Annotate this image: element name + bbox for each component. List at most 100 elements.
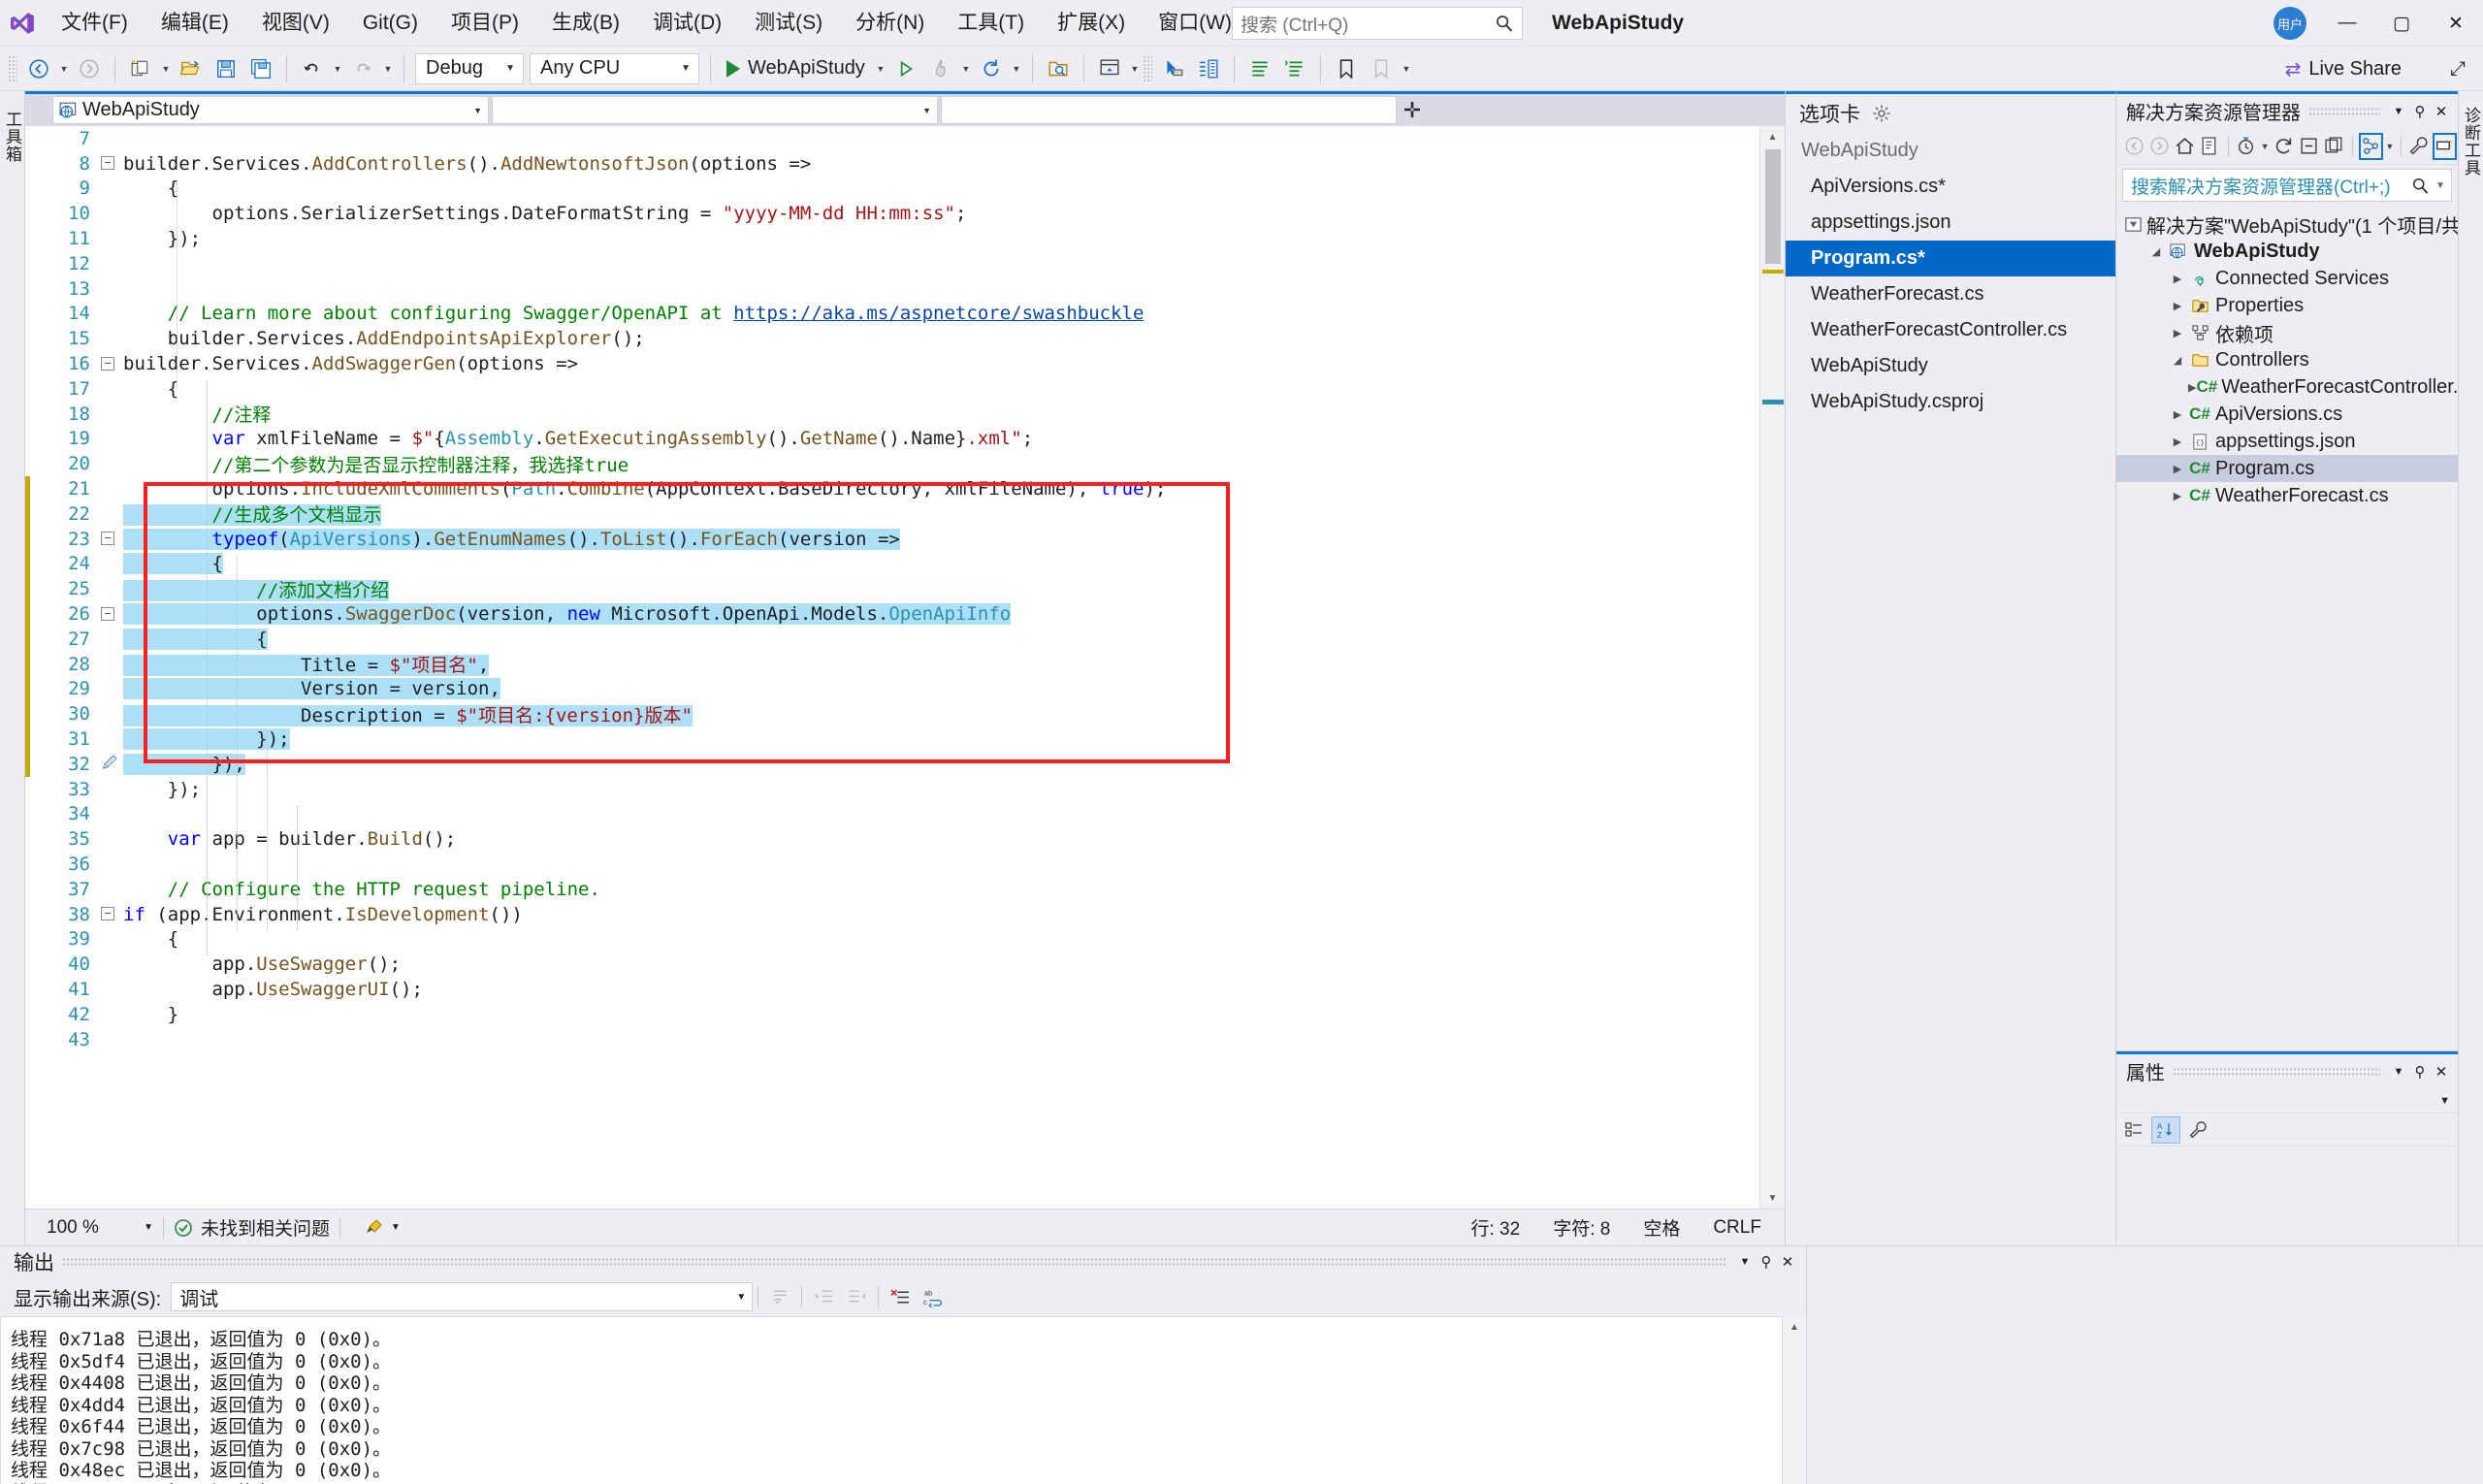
diagnostics-strip[interactable]: 诊断工具: [2458, 91, 2483, 1245]
se-collapse-all-button[interactable]: [2297, 133, 2320, 160]
collapse-arrow-icon[interactable]: ▶: [2167, 436, 2188, 448]
new-project-dropdown[interactable]: ▼: [158, 52, 174, 85]
collapse-arrow-icon[interactable]: ▶: [2188, 381, 2196, 394]
se-view-selector-button[interactable]: [2359, 133, 2383, 160]
se-preview-button[interactable]: [2433, 133, 2457, 160]
code-line[interactable]: 12: [25, 251, 1759, 276]
code-line[interactable]: 38if (app.Environment.IsDevelopment()): [25, 902, 1759, 927]
toolbar-overflow-button[interactable]: ▼: [1399, 52, 1414, 85]
code-editor[interactable]: 7−8builder.Services.AddControllers().Add…: [25, 126, 1785, 1209]
pin-icon[interactable]: ⚲: [1756, 1253, 1777, 1271]
toggle-bookmark-button[interactable]: [1330, 52, 1363, 85]
output-word-wrap-button[interactable]: abc: [919, 1282, 948, 1311]
expand-arrow-icon[interactable]: ◢: [2145, 245, 2167, 258]
chevron-down-icon[interactable]: ▼: [2388, 106, 2409, 117]
minimize-button[interactable]: —: [2320, 0, 2374, 47]
clear-bookmarks-button[interactable]: [1365, 52, 1398, 85]
code-line[interactable]: 31 });: [25, 726, 1759, 752]
undo-button[interactable]: [296, 52, 329, 85]
code-line[interactable]: 14 // Learn more about configuring Swagg…: [25, 302, 1759, 327]
se-properties-button[interactable]: [2407, 133, 2431, 160]
open-file-button[interactable]: [175, 52, 208, 85]
tab-item-weatherforecastcontroller[interactable]: WeatherForecastController.cs: [1786, 312, 2115, 348]
se-home-button[interactable]: [2173, 133, 2196, 160]
save-all-button[interactable]: [244, 52, 277, 85]
select-element-button[interactable]: [1157, 52, 1190, 85]
close-button[interactable]: ✕: [2429, 0, 2483, 47]
comment-button[interactable]: [1243, 52, 1276, 85]
indent-button[interactable]: [1192, 52, 1225, 85]
code-line[interactable]: 9 {: [25, 177, 1759, 202]
code-line[interactable]: 37 // Configure the HTTP request pipelin…: [25, 877, 1759, 902]
tree-item[interactable]: ▶Properties: [2116, 292, 2458, 319]
build-configuration-select[interactable]: Debug ▼: [415, 53, 524, 84]
redo-button[interactable]: [346, 52, 379, 85]
scroll-up-arrow[interactable]: ▲: [1760, 126, 1785, 147]
navigate-back-button[interactable]: [22, 52, 55, 85]
chevron-down-icon[interactable]: ▼: [2439, 1095, 2450, 1107]
pin-icon[interactable]: ⚲: [2409, 103, 2431, 120]
se-refresh-button[interactable]: [2272, 133, 2295, 160]
menu-extensions[interactable]: 扩展(X): [1041, 0, 1142, 47]
new-project-button[interactable]: [124, 52, 157, 85]
collapse-arrow-icon[interactable]: ▶: [2167, 273, 2188, 285]
tree-item[interactable]: ▶依赖项: [2116, 319, 2458, 346]
code-line[interactable]: 22 //生成多个文档显示: [25, 501, 1759, 527]
se-history-dropdown[interactable]: ▼: [2259, 130, 2271, 163]
output-text-area[interactable]: 线程 0x71a8 已退出，返回值为 0 (0x0)。线程 0x5df4 已退出…: [0, 1316, 1783, 1484]
code-line[interactable]: 19 var xmlFileName = $"{Assembly.GetExec…: [25, 427, 1759, 452]
code-line[interactable]: 23 typeof(ApiVersions).GetEnumNames().To…: [25, 527, 1759, 552]
toolbox-strip[interactable]: 工具箱: [0, 91, 25, 1245]
tree-item[interactable]: ▶{}appsettings.json: [2116, 428, 2458, 455]
output-clear-all-button[interactable]: [886, 1282, 915, 1311]
tree-item[interactable]: ▶C#ApiVersions.cs: [2116, 401, 2458, 428]
properties-events-button[interactable]: [2183, 1116, 2212, 1144]
editor-vertical-scrollbar[interactable]: ▲ ▼: [1759, 126, 1785, 1209]
se-show-all-files-button[interactable]: [2323, 133, 2346, 160]
solution-explorer-search-input[interactable]: 搜索解决方案资源管理器(Ctrl+;) ▼: [2122, 169, 2452, 202]
code-text-area[interactable]: 7−8builder.Services.AddControllers().Add…: [25, 126, 1759, 1209]
code-line[interactable]: 33 });: [25, 777, 1759, 802]
toolbar-grip[interactable]: [8, 55, 17, 82]
se-forward-button[interactable]: [2147, 133, 2171, 160]
collapse-arrow-icon[interactable]: ▶: [2167, 463, 2188, 475]
undo-dropdown[interactable]: ▼: [330, 52, 345, 85]
solution-tree[interactable]: 解决方案"WebApiStudy"(1 个项目/共 1 个)◢WebApiStu…: [2116, 206, 2458, 1050]
search-in-files-button[interactable]: [1042, 52, 1075, 85]
code-line[interactable]: 7: [25, 126, 1759, 151]
tab-item-program[interactable]: Program.cs*: [1786, 241, 2115, 276]
output-next-button[interactable]: [842, 1282, 871, 1311]
tree-item[interactable]: ◢WebApiStudy: [2116, 238, 2458, 265]
scroll-down-arrow[interactable]: ▼: [1760, 1187, 1785, 1209]
code-line[interactable]: 39 {: [25, 927, 1759, 952]
menu-analyze[interactable]: 分析(N): [839, 0, 941, 47]
navbar-project-select[interactable]: WebApiStudy ▼: [52, 96, 489, 124]
code-line[interactable]: 8builder.Services.AddControllers().AddNe…: [25, 151, 1759, 177]
expand-arrow-icon[interactable]: ◢: [2167, 354, 2188, 367]
code-line[interactable]: 32🖉 });: [25, 752, 1759, 777]
tree-item[interactable]: ▶C#WeatherForecast.cs: [2116, 482, 2458, 509]
restart-button[interactable]: [975, 52, 1008, 85]
code-line[interactable]: 17 {: [25, 376, 1759, 402]
tab-item-weatherforecast[interactable]: WeatherForecast.cs: [1786, 276, 2115, 312]
dock-grip[interactable]: [62, 1257, 1726, 1267]
code-line[interactable]: 13: [25, 276, 1759, 302]
menu-debug[interactable]: 调试(D): [636, 0, 738, 47]
chevron-down-icon[interactable]: ▼: [2435, 180, 2445, 191]
tab-item-csproj[interactable]: WebApiStudy.csproj: [1786, 384, 2115, 420]
output-prev-button[interactable]: [809, 1282, 838, 1311]
code-line[interactable]: 36: [25, 852, 1759, 877]
tree-item[interactable]: ▶C#Program.cs: [2116, 455, 2458, 482]
dock-grip[interactable]: [2308, 107, 2380, 116]
hot-reload-button[interactable]: [924, 52, 957, 85]
collapse-arrow-icon[interactable]: ▶: [2167, 300, 2188, 312]
code-line[interactable]: 11 });: [25, 226, 1759, 251]
gear-icon[interactable]: [1872, 104, 1891, 123]
code-line[interactable]: 20 //第二个参数为是否显示控制器注释，我选择true: [25, 451, 1759, 476]
scroll-up-arrow[interactable]: ▲: [1783, 1316, 1806, 1338]
run-target-dropdown[interactable]: ▼: [873, 52, 888, 85]
pin-icon[interactable]: ⚲: [2409, 1063, 2431, 1081]
chevron-down-icon[interactable]: ▼: [2388, 1066, 2409, 1078]
toolbar-options-button[interactable]: ⤢: [2450, 47, 2466, 91]
restart-dropdown[interactable]: ▼: [1009, 52, 1024, 85]
